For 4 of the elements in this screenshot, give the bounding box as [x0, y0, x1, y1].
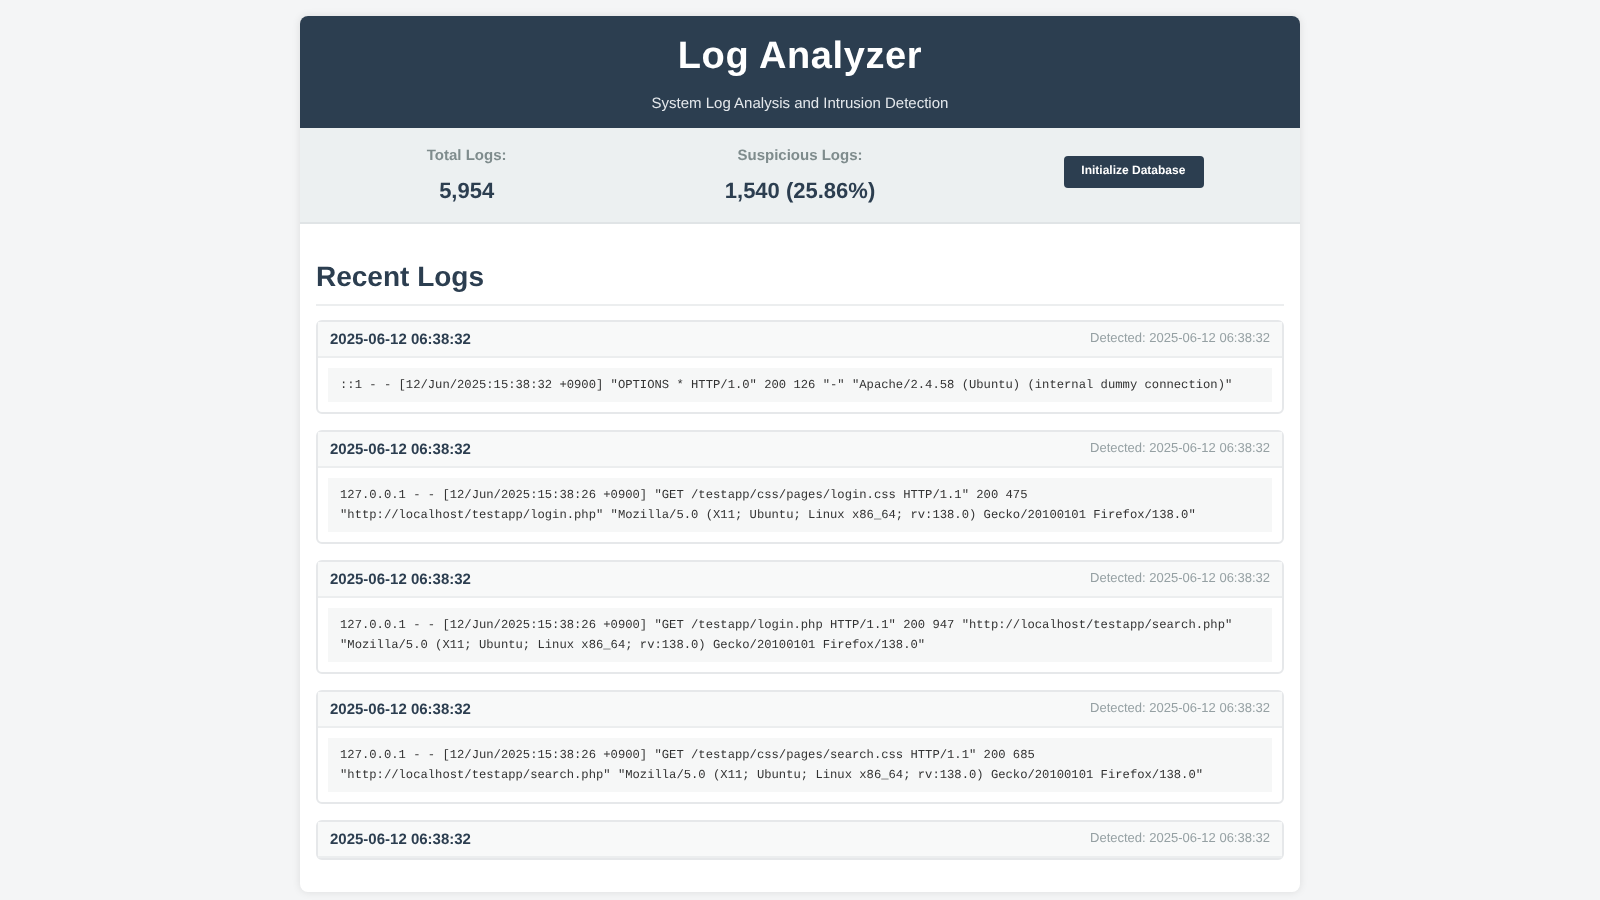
- section-heading: Recent Logs: [316, 260, 1284, 306]
- stat-value: 5,954: [437, 180, 497, 204]
- stat-value: 1,540 (25.86%): [722, 180, 878, 204]
- app-title: Log Analyzer: [675, 36, 925, 80]
